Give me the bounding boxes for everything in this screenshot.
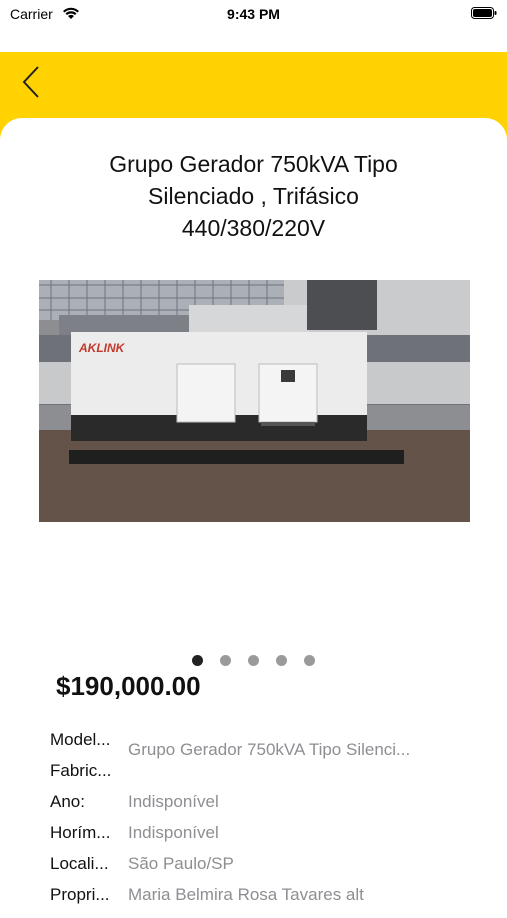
spec-row-ano: Ano: Indisponível [0,792,507,822]
chevron-left-icon [22,66,39,98]
spec-row-proprietario: Propri... Maria Belmira Rosa Tavares alt [0,885,507,915]
spec-label: Propri... [50,885,110,904]
spec-value: Indisponível [128,823,219,842]
image-brand-logo: AKLINK [78,341,126,355]
spec-row-localizacao: Locali... São Paulo/SP [0,854,507,884]
product-price: $190,000.00 [56,671,201,701]
spec-label: Fabric... [50,761,112,780]
back-button[interactable] [18,64,52,100]
carousel-page-indicator[interactable] [0,655,507,669]
product-title-line: Grupo Gerador 750kVA Tipo [109,151,398,177]
spec-label: Locali... [50,854,109,873]
carousel-dot-4[interactable] [276,655,287,666]
spec-value: São Paulo/SP [128,854,234,873]
carousel-dot-1[interactable] [192,655,203,666]
carousel-dot-5[interactable] [304,655,315,666]
spec-label: Ano: [50,792,85,811]
carousel-dot-3[interactable] [248,655,259,666]
carousel-dot-2[interactable] [220,655,231,666]
spec-row-horimetro: Horím... Indisponível [0,823,507,853]
spec-row-fabricante: Fabric... [0,761,507,791]
spec-value: Indisponível [128,792,219,811]
product-image[interactable]: AKLINK [39,280,470,522]
product-title-line: 440/380/220V [181,215,326,241]
spec-value: Grupo Gerador 750kVA Tipo Silenci... [128,740,411,759]
status-bar: Carrier 9:43 PM [0,0,507,52]
spec-label: Horím... [50,823,111,842]
product-card: Grupo Gerador 750kVA Tipo Silenciado , T… [0,118,507,918]
spec-value: Maria Belmira Rosa Tavares alt [128,885,364,904]
product-title: Grupo Gerador 750kVA Tipo Silenciado , T… [40,148,467,244]
status-time: 9:43 PM [227,6,280,22]
product-title-line: Silenciado , Trifásico [148,183,359,209]
battery-icon [471,7,497,19]
